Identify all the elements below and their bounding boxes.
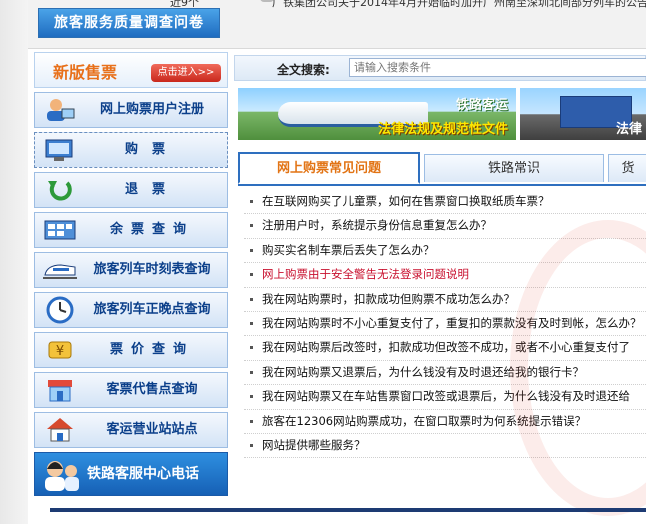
tab-online-ticket-faq[interactable]: 网上购票常见问题 xyxy=(238,152,420,184)
enter-button[interactable]: 点击进入>> xyxy=(151,64,221,82)
faq-link[interactable]: 我在网站购票时，扣款成功但购票不成功怎么办？ xyxy=(262,292,515,306)
banner-railway-law[interactable]: 铁路客运 法律法规及规范性文件 xyxy=(238,88,516,140)
menu-label: 退票 xyxy=(124,182,179,197)
survey-button[interactable]: 旅客服务质量调查问卷 xyxy=(38,8,220,38)
left-menu: 网上购票用户注册 购票 退票 余票查询 旅客列车时刻表查询 旅客列车正晚点查询 … xyxy=(34,92,228,452)
menu-label: 旅客列车时刻表查询 xyxy=(93,262,211,277)
banner2-subtitle: 法律 xyxy=(616,122,643,137)
bottom-divider xyxy=(50,508,646,512)
user-register-icon xyxy=(43,96,77,124)
bullet-icon xyxy=(250,273,253,277)
menu-item-register[interactable]: 网上购票用户注册 xyxy=(34,92,228,128)
menu-item-punctuality[interactable]: 旅客列车正晚点查询 xyxy=(34,292,228,328)
faq-link[interactable]: 注册用户时，系统提示身份信息重复怎么办？ xyxy=(262,218,492,232)
bullet-icon xyxy=(250,419,253,423)
menu-label: 购票 xyxy=(124,142,179,157)
question-tabs: 网上购票常见问题 铁路常识 货 xyxy=(238,150,646,186)
train-timetable-icon xyxy=(43,256,77,284)
customer-service-agent-icon xyxy=(41,457,81,493)
faq-link[interactable]: 网站提供哪些服务？ xyxy=(262,438,366,452)
banner-title: 铁路客运 xyxy=(455,98,508,113)
search-input[interactable] xyxy=(349,58,646,77)
menu-item-buy[interactable]: 购票 xyxy=(34,132,228,168)
clock-icon xyxy=(43,296,77,324)
menu-item-agents[interactable]: 客票代售点查询 xyxy=(34,372,228,408)
menu-label: 网上购票用户注册 xyxy=(99,102,204,117)
ticket-buy-icon xyxy=(43,136,77,164)
menu-item-stations[interactable]: 客运营业站站点 xyxy=(34,412,228,448)
page: 近9个 广铁集团公司关于2014年4月开始临时加开广州南至深圳北间部分列车的公告… xyxy=(0,0,646,524)
banner-railway-law-2[interactable]: 法律 xyxy=(520,88,646,140)
menu-item-refund[interactable]: 退票 xyxy=(34,172,228,208)
svg-text:¥: ¥ xyxy=(56,344,64,359)
bullet-icon xyxy=(250,224,253,228)
bullet-icon xyxy=(250,248,253,252)
banner-subtitle: 法律法规及规范性文件 xyxy=(377,122,508,137)
faq-link-highlighted[interactable]: 网上购票由于安全警告无法登录问题说明 xyxy=(262,267,469,281)
bullet-icon xyxy=(250,443,253,447)
menu-label: 余票查询 xyxy=(109,222,194,237)
search-bar: 全文搜索: xyxy=(234,55,646,81)
bullet-icon xyxy=(250,297,253,301)
refund-icon xyxy=(43,176,77,204)
faq-link[interactable]: 购买实名制车票后丢失了怎么办？ xyxy=(262,243,435,257)
menu-item-remaining[interactable]: 余票查询 xyxy=(34,212,228,248)
remaining-tickets-icon xyxy=(43,216,77,244)
bullet-icon xyxy=(250,346,253,350)
window-left-gutter xyxy=(0,0,28,524)
yen-price-icon: ¥ xyxy=(43,336,77,364)
bullet-icon xyxy=(250,321,253,325)
tab-railway-knowledge[interactable]: 铁路常识 xyxy=(424,154,604,182)
menu-label: 票价查询 xyxy=(109,342,194,357)
menu-label: 客票代售点查询 xyxy=(106,382,198,397)
menu-label: 旅客列车正晚点查询 xyxy=(93,302,211,317)
bullet-icon xyxy=(250,200,253,203)
hotline-label: 铁路客服中心电话 xyxy=(87,466,199,482)
station-house-icon xyxy=(43,416,77,444)
shop-icon xyxy=(43,376,77,404)
new-sale-panel[interactable]: 新版售票 点击进入>> xyxy=(34,52,228,88)
menu-item-price[interactable]: ¥ 票价查询 xyxy=(34,332,228,368)
top-news-ticker[interactable]: 广铁集团公司关于2014年4月开始临时加开广州南至深圳北间部分列车的公告 xyxy=(272,0,646,10)
list-item[interactable]: 在互联网购买了儿童票，如何在售票窗口换取纸质车票？ xyxy=(244,190,646,215)
menu-item-timetable[interactable]: 旅客列车时刻表查询 xyxy=(34,252,228,288)
new-sale-title: 新版售票 xyxy=(53,63,118,82)
search-label: 全文搜索: xyxy=(277,63,330,77)
tab-freight[interactable]: 货 xyxy=(608,154,646,182)
menu-label: 客运营业站站点 xyxy=(106,422,198,437)
hotline-banner[interactable]: 铁路客服中心电话 xyxy=(34,452,228,496)
bullet-icon xyxy=(250,395,253,399)
faq-link[interactable]: 在互联网购买了儿童票，如何在售票窗口换取纸质车票？ xyxy=(262,194,550,208)
bullet-icon xyxy=(250,370,253,374)
